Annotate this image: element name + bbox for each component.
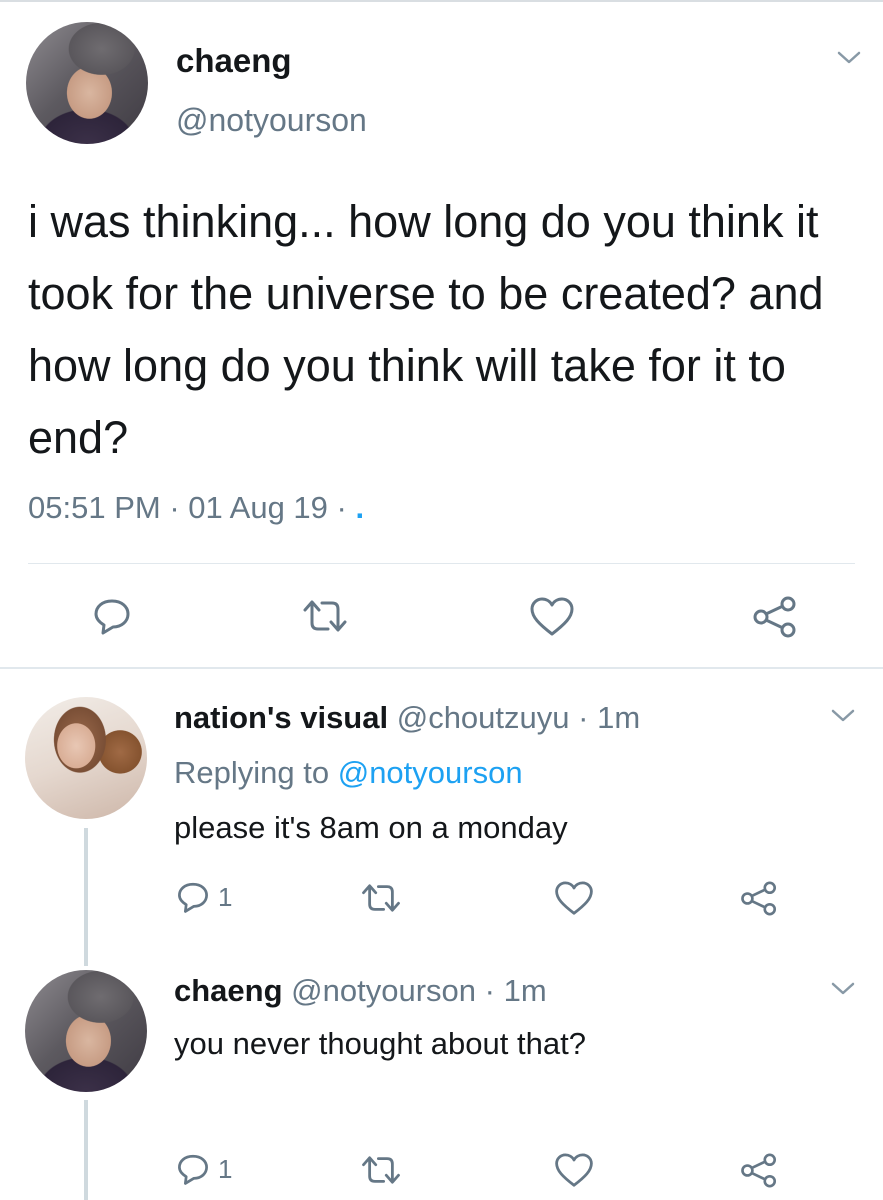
meta-separator: ·: [484, 973, 495, 1008]
chevron-down-icon[interactable]: [830, 708, 856, 724]
main-tweet: chaeng @notyourson i was thinking... how…: [0, 0, 883, 668]
reply-header: nation's visual @choutzuyu · 1m: [174, 700, 640, 736]
reply-button[interactable]: 1: [176, 880, 232, 914]
author-name[interactable]: chaeng: [174, 973, 283, 1008]
tweet-date: 01 Aug 19: [188, 490, 328, 525]
chevron-down-icon[interactable]: [836, 50, 862, 66]
reply-button[interactable]: 1: [176, 1152, 232, 1186]
reply-icon: [178, 882, 208, 913]
meta-separator: ·: [336, 490, 347, 525]
retweet-button[interactable]: [301, 598, 349, 634]
like-button[interactable]: [554, 881, 594, 916]
chevron-down-icon[interactable]: [830, 981, 856, 997]
meta-separator: ·: [578, 700, 589, 735]
reply-text: please it's 8am on a monday: [174, 810, 568, 845]
share-icon: [741, 1153, 777, 1188]
tweet-source-dot: .: [355, 490, 365, 525]
like-button[interactable]: [529, 597, 575, 637]
reply-icon: [178, 1154, 208, 1185]
author-name[interactable]: nation's visual: [174, 700, 388, 735]
reply-button[interactable]: [92, 596, 132, 636]
author-handle[interactable]: @choutzuyu: [397, 700, 570, 735]
tweet-text: i was thinking... how long do you think …: [28, 196, 824, 463]
share-button[interactable]: [740, 881, 778, 916]
tweet-time: 05:51 PM: [28, 490, 161, 525]
divider: [28, 563, 855, 564]
section-divider: [0, 667, 883, 669]
time-ago: 1m: [597, 700, 641, 735]
meta-separator: ·: [169, 490, 180, 525]
reply-text: you never thought about that?: [174, 1026, 586, 1061]
reply-count: 1: [218, 881, 233, 912]
retweet-button[interactable]: [360, 882, 402, 914]
share-icon: [741, 881, 777, 916]
thread-line: [84, 1100, 88, 1200]
retweet-icon: [362, 1156, 400, 1184]
avatar[interactable]: [26, 22, 148, 144]
reply-count: 1: [218, 1153, 233, 1184]
like-icon: [555, 881, 593, 915]
tweet-timestamp[interactable]: 05:51 PM · 01 Aug 19 · .: [28, 490, 364, 526]
reply-icon: [94, 599, 130, 635]
like-icon: [555, 1153, 593, 1187]
author-name[interactable]: chaeng: [176, 42, 292, 80]
reply-header: chaeng @notyourson · 1m: [174, 973, 547, 1009]
retweet-icon: [303, 600, 347, 632]
author-handle[interactable]: @notyourson: [291, 973, 476, 1008]
thread-line: [84, 828, 88, 966]
time-ago: 1m: [503, 973, 547, 1008]
share-button[interactable]: [740, 1153, 778, 1188]
replying-to: Replying to @notyourson: [174, 755, 523, 791]
retweet-button[interactable]: [360, 1154, 402, 1186]
replying-to-link[interactable]: @notyourson: [338, 755, 523, 790]
like-icon: [530, 597, 574, 636]
author-handle[interactable]: @notyourson: [176, 102, 367, 139]
avatar[interactable]: [25, 697, 147, 819]
retweet-icon: [362, 884, 400, 912]
share-button[interactable]: [752, 596, 798, 638]
like-button[interactable]: [554, 1153, 594, 1188]
replying-prefix: Replying to: [174, 755, 330, 790]
avatar[interactable]: [25, 970, 147, 1092]
share-icon: [753, 596, 796, 638]
